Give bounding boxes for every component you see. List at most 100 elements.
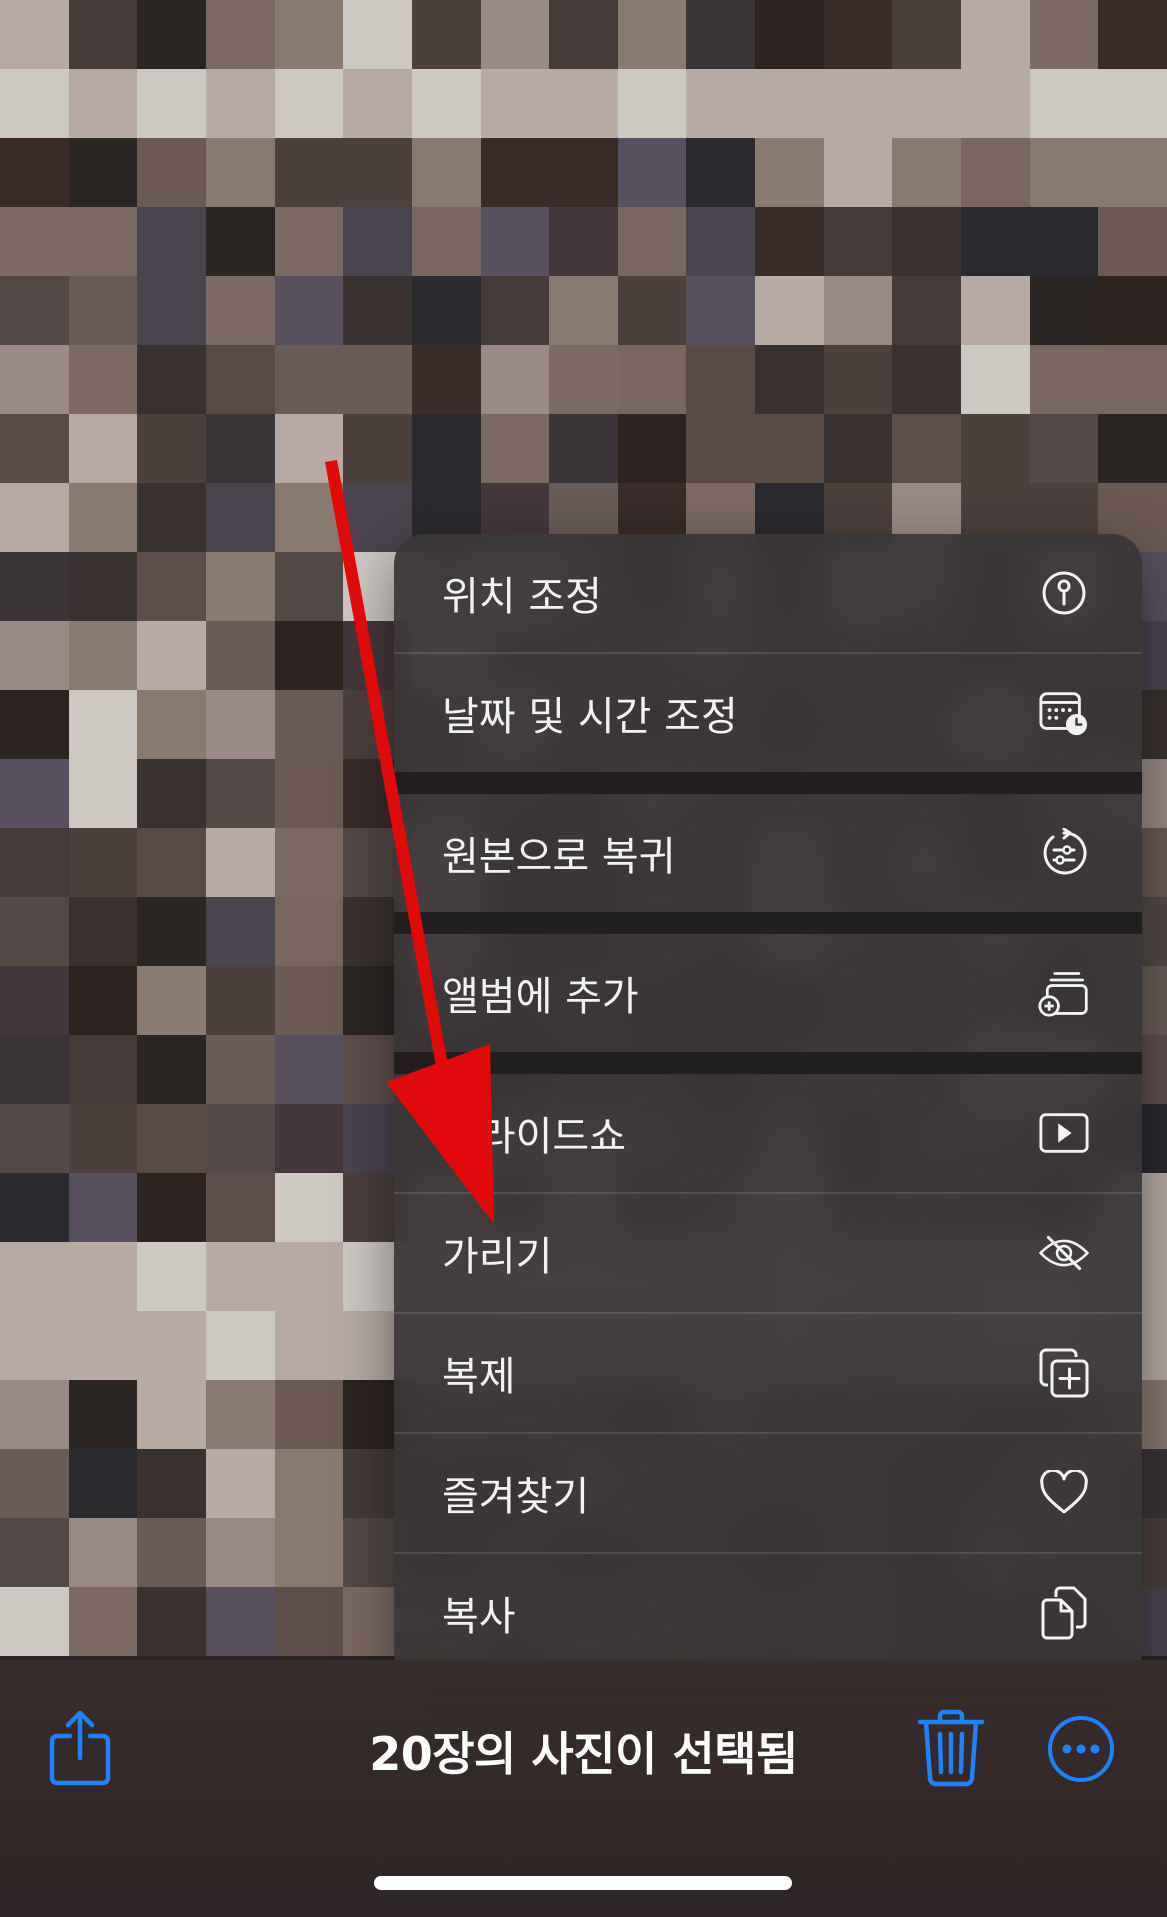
mosaic-tile (137, 207, 206, 276)
mosaic-tile (68, 1587, 138, 1656)
mosaic-tile (205, 552, 275, 621)
mosaic-tile (205, 69, 275, 138)
mosaic-tile (343, 69, 412, 138)
mosaic-tile (205, 1449, 275, 1518)
mosaic-tile (892, 276, 962, 345)
mosaic-tile (205, 1242, 275, 1311)
mosaic-tile (343, 276, 412, 345)
ellipsis-circle-icon (1048, 1716, 1114, 1782)
mosaic-tile (68, 621, 138, 690)
mosaic-tile (480, 345, 550, 414)
mosaic-tile (823, 276, 893, 345)
play-rectangle-icon (1038, 1107, 1090, 1159)
mosaic-tile (1029, 69, 1099, 138)
mosaic-tile (137, 1311, 206, 1380)
mosaic-tile (274, 1311, 344, 1380)
mosaic-tile (0, 1173, 69, 1242)
mosaic-tile (274, 966, 344, 1035)
mosaic-tile (617, 345, 687, 414)
mosaic-tile (411, 345, 481, 414)
mosaic-tile (68, 1449, 138, 1518)
mosaic-tile (1029, 138, 1099, 207)
mosaic-tile (1098, 69, 1167, 138)
mosaic-tile (68, 552, 138, 621)
mosaic-tile (617, 207, 687, 276)
mosaic-tile (68, 1035, 138, 1104)
mosaic-tile (68, 690, 138, 759)
mosaic-tile (205, 690, 275, 759)
mosaic-tile (68, 1242, 138, 1311)
mosaic-tile (68, 1380, 138, 1449)
mosaic-tile (1098, 0, 1167, 69)
menu-item-adjust-date-time[interactable]: 날짜 및 시간 조정 (394, 654, 1142, 772)
menu-item-revert-to-original[interactable]: 원본으로 복귀 (394, 794, 1142, 912)
mosaic-tile (205, 345, 275, 414)
mosaic-tile (137, 1104, 206, 1173)
mosaic-tile (68, 1518, 138, 1587)
mosaic-tile (0, 69, 69, 138)
mosaic-tile (343, 207, 412, 276)
mosaic-tile (205, 1173, 275, 1242)
mosaic-tile (68, 966, 138, 1035)
mosaic-tile (0, 1449, 69, 1518)
trash-icon (917, 1709, 985, 1787)
mosaic-tile (686, 138, 756, 207)
mosaic-tile (205, 828, 275, 897)
mosaic-tile (137, 1242, 206, 1311)
menu-item-copy[interactable]: 복사 (394, 1554, 1142, 1672)
mosaic-tile (1098, 207, 1167, 276)
mosaic-tile (274, 483, 344, 552)
mosaic-tile (137, 1173, 206, 1242)
mosaic-tile (0, 0, 69, 69)
menu-item-favorite[interactable]: 즐겨찾기 (394, 1434, 1142, 1552)
mosaic-tile (68, 483, 138, 552)
mosaic-tile (137, 138, 206, 207)
mosaic-tile (137, 276, 206, 345)
mosaic-tile (0, 207, 69, 276)
mosaic-tile (68, 1104, 138, 1173)
mosaic-tile (0, 552, 69, 621)
mosaic-tile (274, 552, 344, 621)
mosaic-tile (205, 1587, 275, 1656)
mosaic-tile (0, 897, 69, 966)
mosaic-tile (686, 414, 756, 483)
menu-item-label: 가리기 (442, 1234, 553, 1280)
mosaic-tile (961, 69, 1030, 138)
mosaic-tile (892, 138, 962, 207)
mosaic-tile (892, 345, 962, 414)
mosaic-tile (137, 621, 206, 690)
mosaic-tile (1098, 345, 1167, 414)
mosaic-tile (274, 621, 344, 690)
menu-item-duplicate[interactable]: 복제 (394, 1314, 1142, 1432)
mosaic-tile (755, 138, 824, 207)
mosaic-tile (274, 345, 344, 414)
mosaic-tile (686, 207, 756, 276)
mosaic-tile (0, 1035, 69, 1104)
mosaic-tile (274, 1173, 344, 1242)
copy-icon (1038, 1586, 1090, 1640)
mosaic-tile (411, 414, 481, 483)
menu-item-slideshow[interactable]: 슬라이드쇼 (394, 1074, 1142, 1192)
mosaic-tile (480, 0, 550, 69)
mosaic-tile (411, 0, 481, 69)
mosaic-tile (137, 414, 206, 483)
mosaic-tile (137, 1035, 206, 1104)
mosaic-tile (137, 828, 206, 897)
mosaic-tile (892, 207, 962, 276)
mosaic-tile (480, 276, 550, 345)
menu-item-label: 복제 (442, 1354, 516, 1400)
mosaic-tile (411, 276, 481, 345)
heart-icon (1038, 1467, 1090, 1519)
delete-button[interactable] (916, 1708, 986, 1788)
mosaic-tile (137, 690, 206, 759)
menu-item-hide[interactable]: 가리기 (394, 1194, 1142, 1312)
mosaic-tile (205, 1035, 275, 1104)
menu-item-adjust-location[interactable]: 위치 조정 (394, 534, 1142, 652)
mosaic-tile (205, 1311, 275, 1380)
mosaic-tile (823, 345, 893, 414)
menu-item-add-to-album[interactable]: 앨범에 추가 (394, 934, 1142, 1052)
mosaic-tile (0, 621, 69, 690)
mosaic-tile (205, 621, 275, 690)
mosaic-tile (68, 69, 138, 138)
more-button[interactable] (1046, 1714, 1116, 1784)
